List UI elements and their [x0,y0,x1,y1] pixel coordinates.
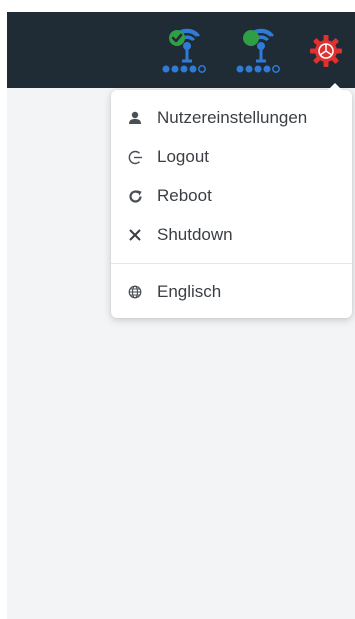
top-bar [7,12,355,88]
menu-item-label: Nutzereinstellungen [157,108,308,127]
menu-item-reboot[interactable]: Reboot [111,177,352,215]
menu-item-logout[interactable]: Logout [111,138,352,176]
menu-item-label: Shutdown [157,225,233,244]
reboot-icon [127,188,143,204]
globe-icon [127,284,143,300]
close-icon [127,227,143,243]
menu-divider [111,263,352,264]
user-icon [127,110,143,126]
app-frame: Nutzereinstellungen Logout Reboot Shutdo… [7,12,355,619]
menu-item-language[interactable]: Englisch [111,273,352,311]
menu-item-label: Englisch [157,282,222,301]
menu-item-label: Reboot [157,186,212,205]
menu-item-label: Logout [157,147,209,166]
gear-icon [310,35,342,67]
user-dropdown-menu: Nutzereinstellungen Logout Reboot Shutdo… [111,83,352,318]
logout-icon [127,149,143,165]
connection-status-2[interactable] [233,26,285,76]
menu-item-user-settings[interactable]: Nutzereinstellungen [111,99,352,137]
menu-item-shutdown[interactable]: Shutdown [111,216,352,254]
antenna-check-icon [162,28,206,73]
antenna-icon [236,28,280,73]
settings-button[interactable] [309,34,343,68]
connection-status-1[interactable] [159,26,211,76]
